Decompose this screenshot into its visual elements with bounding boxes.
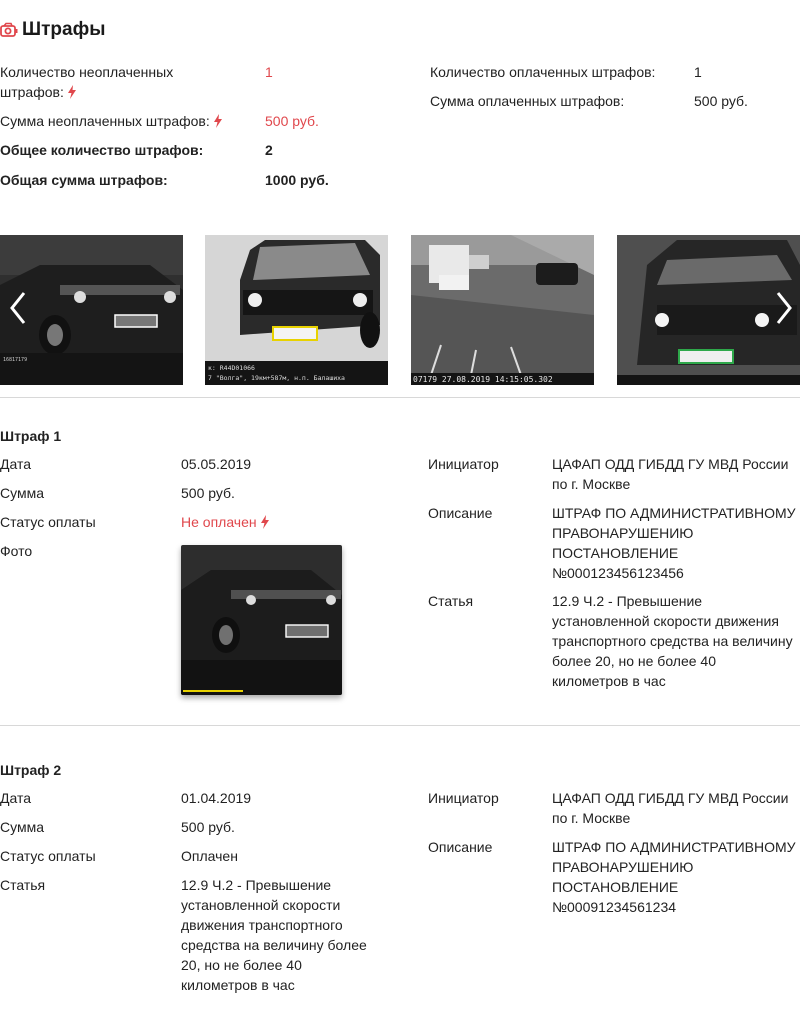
lightning-icon: [67, 85, 76, 99]
fine-2-description-value: ШТРАФ ПО АДМИНИСТРАТИВНОМУ ПРАВОНАРУШЕНИ…: [552, 839, 796, 915]
fine-2-sum-label: Сумма: [0, 819, 44, 835]
fine-2-date-value: 01.04.2019: [181, 790, 252, 806]
fine-1-photo[interactable]: [181, 545, 342, 695]
svg-text:07179 27.08.2019 14:15:05.302: 07179 27.08.2019 14:15:05.302: [413, 375, 553, 384]
paid-count-label: Количество оплаченных штрафов:: [430, 64, 656, 80]
svg-text:к: R44D01066: к: R44D01066: [208, 364, 255, 372]
car-photo-image: [617, 235, 800, 385]
fine-2-article-value: 12.9 Ч.2 - Превышение установленной скор…: [181, 877, 367, 993]
svg-text:16817179: 16817179: [3, 357, 27, 363]
lightning-icon: [213, 114, 222, 128]
total-sum-label: Общая сумма штрафов:: [0, 172, 168, 188]
fine-1-photo-label: Фото: [0, 543, 33, 559]
divider: [0, 725, 800, 726]
page-title: Штрафы: [22, 19, 106, 40]
fine-1-date-label: Дата: [0, 456, 32, 472]
total-count-value: 2: [265, 142, 273, 158]
unpaid-count-value: 1: [265, 64, 273, 80]
fine-2-article-label: Статья: [0, 877, 46, 893]
chevron-right-icon[interactable]: [774, 290, 794, 326]
unpaid-sum-label: Сумма неоплаченных штрафов:: [0, 111, 223, 131]
fine-2-description-label: Описание: [428, 839, 493, 855]
fine-2-date-label: Дата: [0, 790, 32, 806]
car-photo-image: к: R44D01066 7 "Волга", 19км+587м, н.п. …: [205, 235, 388, 385]
fine-1-initiator-label: Инициатор: [428, 456, 499, 472]
fine-2-sum-value: 500 руб.: [181, 819, 235, 835]
fine-2-status-label: Статус оплаты: [0, 848, 96, 864]
fine-1-article-label: Статья: [428, 593, 474, 609]
fine-1-initiator-value: ЦАФАП ОДД ГИБДД ГУ МВД России по г. Моск…: [552, 456, 789, 492]
fine-1-article-value: 12.9 Ч.2 - Превышение установленной скор…: [552, 593, 793, 689]
lightning-icon: [260, 515, 269, 529]
divider: [0, 397, 800, 398]
camera-icon: [0, 22, 18, 37]
svg-text:7 "Волга", 19км+587м, н.п. Бал: 7 "Волга", 19км+587м, н.п. Балашиха: [208, 374, 345, 382]
fine-1-sum-value: 500 руб.: [181, 485, 235, 501]
fine-1-description-label: Описание: [428, 505, 493, 521]
car-photo-image: [181, 545, 342, 695]
fine-1-sum-label: Сумма: [0, 485, 44, 501]
fine-1-status-label: Статус оплаты: [0, 514, 96, 530]
total-sum-value: 1000 руб.: [265, 172, 329, 188]
gallery-photo-2[interactable]: к: R44D01066 7 "Волга", 19км+587м, н.п. …: [205, 235, 388, 385]
chevron-left-icon[interactable]: [8, 290, 28, 326]
fine-1-status-value: Не оплачен: [181, 512, 270, 532]
fine-2-initiator-value: ЦАФАП ОДД ГИБДД ГУ МВД России по г. Моск…: [552, 790, 789, 826]
fine-1-heading: Штраф 1: [0, 428, 62, 444]
page-header: Штрафы: [0, 18, 105, 42]
fine-1-description-value: ШТРАФ ПО АДМИНИСТРАТИВНОМУ ПРАВОНАРУШЕНИ…: [552, 505, 796, 581]
paid-sum-value: 500 руб.: [694, 93, 748, 109]
road-photo-image: 07179 27.08.2019 14:15:05.302: [411, 235, 594, 385]
unpaid-sum-value: 500 руб.: [265, 113, 319, 129]
total-count-label: Общее количество штрафов:: [0, 142, 204, 158]
fine-2-status-value: Оплачен: [181, 848, 238, 864]
gallery-photo-4[interactable]: [617, 235, 800, 385]
paid-sum-label: Сумма оплаченных штрафов:: [430, 93, 625, 109]
paid-count-value: 1: [694, 64, 702, 80]
unpaid-count-label: Количество неоплаченных штрафов:: [0, 64, 174, 100]
fine-2-heading: Штраф 2: [0, 762, 62, 778]
gallery-photo-3[interactable]: 07179 27.08.2019 14:15:05.302: [411, 235, 594, 385]
fine-2-initiator-label: Инициатор: [428, 790, 499, 806]
fine-1-date-value: 05.05.2019: [181, 456, 252, 472]
